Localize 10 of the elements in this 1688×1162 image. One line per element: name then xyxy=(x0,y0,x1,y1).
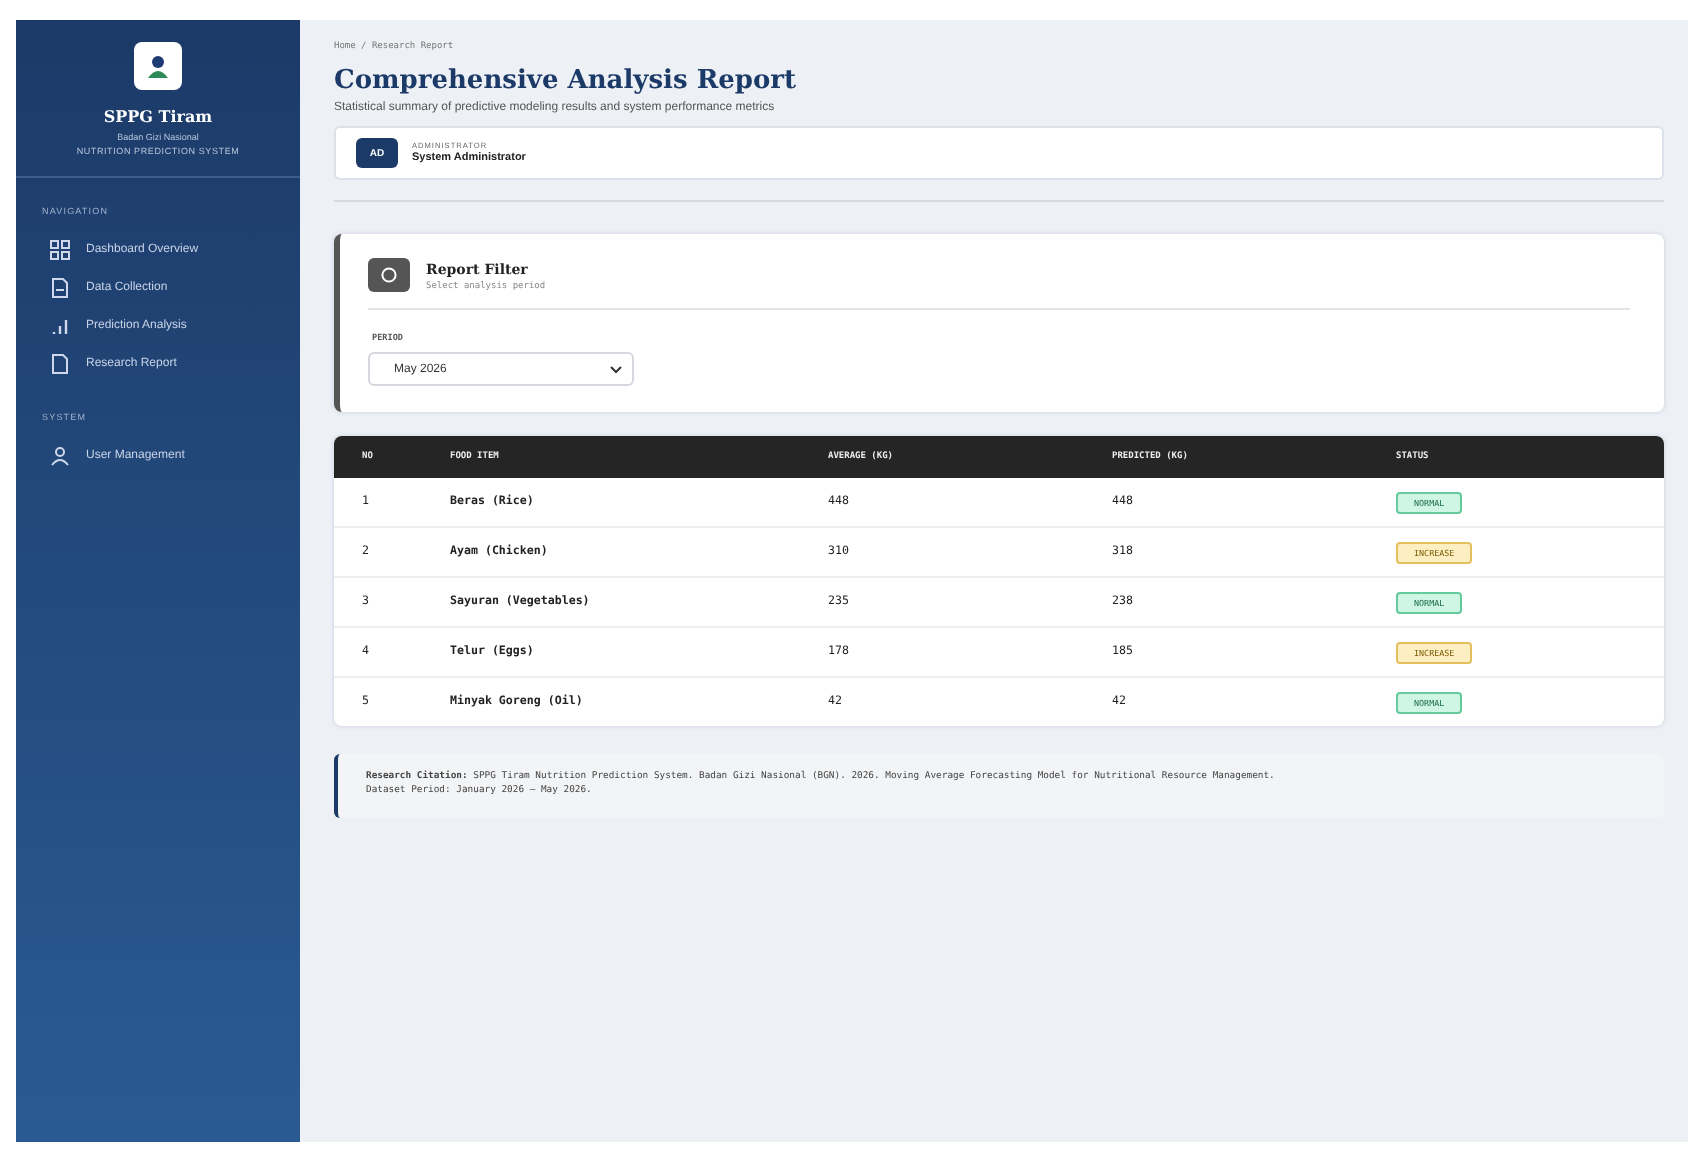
grid-icon xyxy=(50,240,70,260)
filter-icon xyxy=(368,258,410,292)
chevron-icon xyxy=(610,365,622,373)
page-title: Comprehensive Analysis Report xyxy=(334,66,799,96)
brand-name: SPPG Tiram xyxy=(103,106,213,126)
file-icon xyxy=(50,354,70,374)
logo-icon xyxy=(134,42,182,90)
user-icon xyxy=(50,446,70,466)
bar-chart-icon xyxy=(50,316,70,336)
document-icon xyxy=(50,278,70,298)
